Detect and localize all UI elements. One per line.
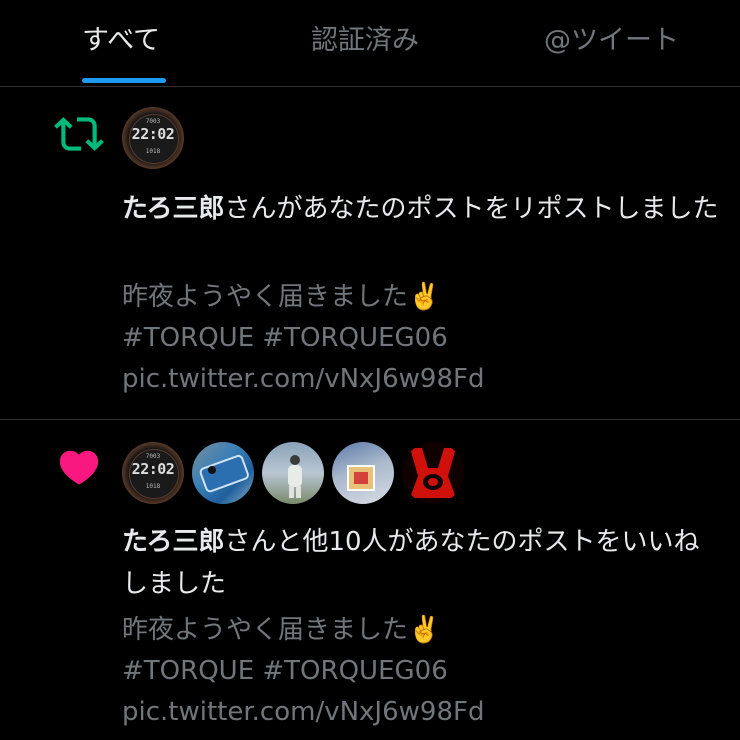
post-preview[interactable]: 昨夜ようやく届きました✌️ #TORQUE #TORQUEG06 pic.twi… [122, 277, 712, 400]
watch-time: 22:02 [131, 125, 175, 143]
red-graphic-avatar[interactable] [402, 442, 464, 504]
tab-all[interactable]: すべて [82, 18, 160, 64]
repost-icon [54, 117, 104, 151]
actor-name[interactable]: たろ三郎 [122, 194, 224, 224]
post-hashtags-link: #TORQUE #TORQUEG06 pic.twitter.com/vNxJ6… [122, 323, 485, 394]
notification-message: たろ三郎さんがあなたのポストをリポストしました [122, 188, 722, 230]
flag-image [347, 465, 375, 491]
person-image [288, 455, 302, 498]
notification-tabs: すべて 認証済み @ツイート [0, 0, 740, 87]
watch-time: 22:02 [131, 460, 175, 478]
active-tab-indicator [82, 78, 166, 83]
action-text: さんがあなたのポストをリポストしました [224, 194, 719, 224]
phone-avatar[interactable] [192, 442, 254, 504]
post-text-line: 昨夜ようやく届きました✌️ [122, 282, 441, 312]
actor-name[interactable]: たろ三郎 [122, 527, 224, 557]
red-graphic-image [410, 448, 456, 498]
watch-bottom-text: 1018 [145, 483, 161, 490]
post-hashtags-link: #TORQUE #TORQUEG06 pic.twitter.com/vNxJ6… [122, 656, 485, 727]
watch-face-avatar[interactable]: 7003 22:02 1018 [122, 442, 184, 504]
notification-item[interactable]: 7003 22:02 1018 たろ三郎さんがあなたのポストをリポストしました … [0, 87, 740, 420]
tab-verified[interactable]: 認証済み [311, 18, 419, 64]
flag-avatar[interactable] [332, 442, 394, 504]
heart-icon [59, 450, 99, 485]
post-preview[interactable]: 昨夜ようやく届きました✌️ #TORQUE #TORQUEG06 pic.twi… [122, 610, 712, 733]
post-text-line: 昨夜ようやく届きました✌️ [122, 615, 441, 645]
tab-mentions[interactable]: @ツイート [544, 18, 679, 64]
person-avatar[interactable] [262, 442, 324, 504]
watch-top-text: 7003 [145, 118, 161, 125]
watch-face-avatar[interactable]: 7003 22:02 1018 [122, 107, 184, 169]
phone-image [199, 454, 249, 493]
watch-top-text: 7003 [145, 453, 161, 460]
notification-item[interactable]: 7003 22:02 1018 たろ三郎さんと他10人があなたのポストをいいねし… [0, 420, 740, 740]
avatar-group: 7003 22:02 1018 [122, 442, 472, 506]
watch-bottom-text: 1018 [145, 148, 161, 155]
notification-message: たろ三郎さんと他10人があなたのポストをいいねしました [122, 521, 722, 605]
